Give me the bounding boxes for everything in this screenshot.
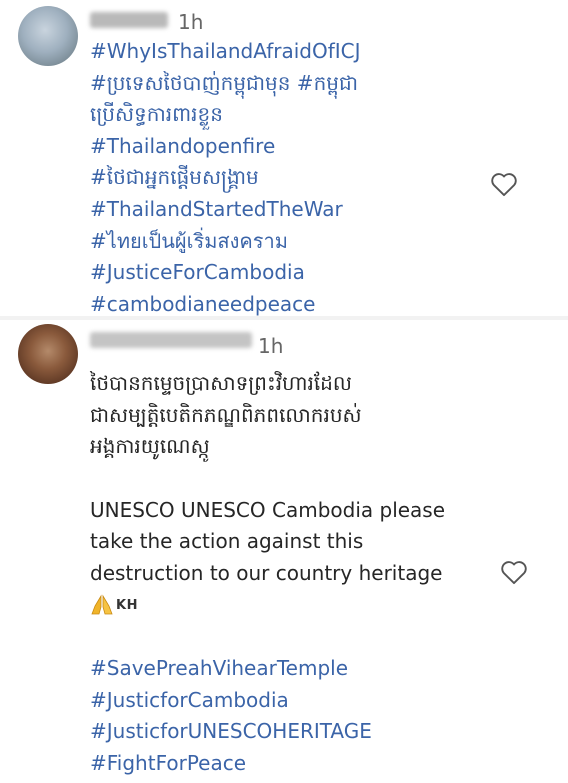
hashtag-link[interactable]: #ThailandStartedTheWar	[90, 194, 361, 226]
flag-text: KH	[116, 597, 138, 613]
comment-text: ថៃបានកម្ទេចប្រាសាទព្រះវិហារដែល ជាសម្បត្ត…	[90, 368, 445, 780]
hashtag-link[interactable]: #Thailandopenfire	[90, 131, 361, 163]
username-blurred[interactable]	[90, 12, 168, 28]
comment-khmer-line: ជាសម្បត្តិបេតិកភណ្ឌពិភពលោករបស់	[90, 402, 362, 427]
hashtag-link[interactable]: #ប្រទេសថៃបាញ់កម្ពុជាមុន #កម្ពុជា	[90, 68, 361, 100]
comment-2: 1h ថៃបានកម្ទេចប្រាសាទព្រះវិហារដែល ជាសម្ប…	[0, 320, 568, 783]
hashtag-link[interactable]: #FightForPeace	[90, 748, 445, 780]
hashtag-link[interactable]: #SavePreahVihearTemple	[90, 653, 445, 685]
hashtag-link[interactable]: #ไทยเป็นผู้เริ่มสงคราม	[90, 226, 361, 258]
avatar[interactable]	[18, 6, 78, 66]
comment-english-line: take the action against this	[90, 529, 364, 554]
hashtag-link[interactable]: #JusticeForCambodia	[90, 257, 361, 289]
heart-outline-icon[interactable]	[500, 559, 528, 585]
heart-outline-icon[interactable]	[490, 171, 518, 197]
hashtag-link[interactable]: #JusticforCambodia	[90, 685, 445, 717]
hashtag-link[interactable]: #JusticforUNESCOHERITAGE	[90, 716, 445, 748]
hashtag-link[interactable]: ប្រើសិទ្ធការពារខ្លួន	[90, 99, 361, 131]
comment-1: 1h #WhyIsThailandAfraidOfICJ #ប្រទេសថៃបា…	[0, 0, 568, 318]
comment-khmer-line: ថៃបានកម្ទេចប្រាសាទព្រះវិហារដែល	[90, 371, 352, 395]
folded-hands-icon	[90, 594, 114, 616]
comment-english-line: destruction to our country heritage	[90, 560, 443, 585]
timestamp: 1h	[178, 10, 204, 34]
emoji-line: KH	[90, 590, 445, 622]
comment-text: #WhyIsThailandAfraidOfICJ #ប្រទេសថៃបាញ់ក…	[90, 36, 361, 318]
avatar[interactable]	[18, 324, 78, 384]
timestamp: 1h	[258, 334, 284, 358]
hashtag-link[interactable]: #ថៃជាអ្នកផ្តើមសង្គ្រាម	[90, 162, 361, 194]
username-blurred[interactable]	[90, 332, 252, 348]
hashtag-link[interactable]: #cambodianeedpeace	[90, 289, 361, 318]
hashtag-link[interactable]: #WhyIsThailandAfraidOfICJ	[90, 36, 361, 68]
comment-khmer-line: អង្គការយូណេស្កូ	[90, 434, 210, 459]
comment-english-line: UNESCO UNESCO Cambodia please	[90, 497, 446, 522]
